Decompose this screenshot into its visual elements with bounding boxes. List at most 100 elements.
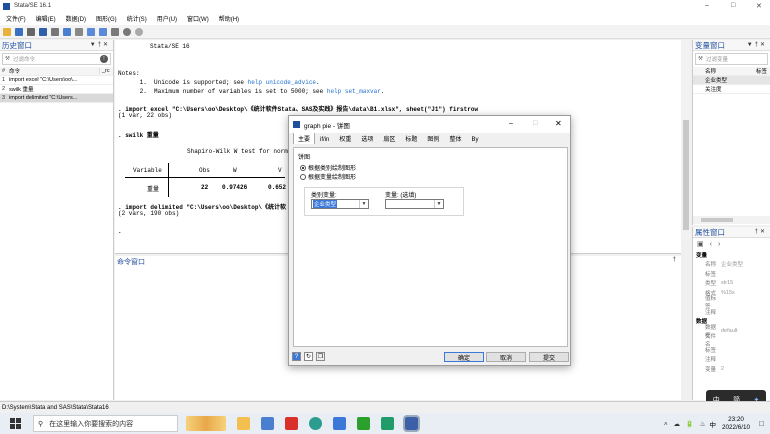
tab-weights[interactable]: 权重 [334,132,356,144]
data-browser-icon[interactable] [99,27,107,36]
lock-icon[interactable]: ▣ [697,240,704,248]
property-row[interactable]: 标签 [693,269,770,279]
taskbar-search-box[interactable]: ⚲ 在这里输入你要搜索的内容 [33,415,178,432]
property-row[interactable]: 变量 2 [693,364,770,374]
variables-manager-icon[interactable] [111,27,119,36]
graph-icon[interactable] [63,27,71,36]
col-label[interactable]: 标签 [756,67,770,75]
more-icon[interactable] [123,27,131,36]
stata-taskbar-icon[interactable] [261,417,274,430]
menu-data[interactable]: 数据(D) [66,14,86,23]
help-unicode-link[interactable]: help unicode_advice [248,79,316,86]
panel-controls[interactable]: ▼†✕ [90,41,110,48]
tray-icons[interactable]: ˄ ☁ 🔋 ♨ [664,420,708,428]
menu-help[interactable]: 帮助(H) [219,14,239,23]
property-row[interactable]: 名称 企业类型 [693,260,770,270]
next-icon[interactable]: › [718,241,720,248]
minimize-icon[interactable]: – [705,2,709,9]
prev-icon[interactable]: ‹ [710,241,712,248]
menu-statistics[interactable]: 统计(S) [127,14,147,23]
history-row[interactable]: 2 swilk 重量 [0,85,113,94]
tray-ime[interactable]: 中 [709,419,716,429]
menu-file[interactable]: 文件(F) [6,14,26,23]
property-row[interactable]: 类型 str15 [693,279,770,289]
data-editor-icon[interactable] [87,27,95,36]
windows-start-icon[interactable] [10,418,21,429]
radio-by-category[interactable]: 根据类别绘制图形 [300,163,356,172]
hscroll-thumb[interactable] [701,218,733,222]
panel-controls[interactable]: †✕ [755,228,767,235]
variables-hscrollbar[interactable] [693,216,770,224]
do-editor-icon[interactable] [75,27,83,36]
radio-button-checked[interactable] [300,164,306,171]
help-maxvar-link[interactable]: help set_maxvar [327,88,381,95]
edge-icon[interactable] [357,417,370,430]
property-row[interactable]: 注释 [693,307,770,317]
copy-icon[interactable]: ❐ [316,352,325,361]
chevron-down-icon[interactable]: ▼ [434,200,443,208]
chevron-down-icon[interactable]: ▼ [359,200,368,208]
wrench-icon[interactable]: ⚒ [698,56,703,62]
property-row[interactable]: 值标签 [693,296,770,310]
dialog-maximize-icon[interactable]: □ [533,120,537,127]
category-var-select[interactable]: 企业类型 ▼ [311,199,369,209]
command-pin-icon[interactable]: † [673,257,678,263]
history-row[interactable]: 1 import excel "C:\Users\oo\... [0,76,113,85]
variable-select[interactable]: ▼ [385,199,444,209]
wps-icon[interactable] [285,417,298,430]
radio-by-variable[interactable]: 根据变量绘制图形 [300,172,356,181]
reset-icon[interactable]: ↻ [304,352,313,361]
dialog-close-icon[interactable]: ✕ [555,119,562,128]
wrench-icon[interactable]: ⚒ [5,56,10,62]
col-rc[interactable]: _rc [99,68,113,74]
maximize-icon[interactable]: □ [731,2,735,9]
ok-button[interactable]: 确定 [444,352,484,362]
notification-icon[interactable]: □ [759,419,764,428]
history-filter-input[interactable]: ⚒ 过滤命令 ! [2,53,111,65]
property-row[interactable]: 标签 [693,345,770,355]
tab-overall[interactable]: 整体 [444,132,466,144]
close-icon[interactable]: ✕ [756,2,762,10]
results-scrollbar[interactable] [682,40,690,240]
history-row-selected[interactable]: 3 import delimited "C:\Users... [0,94,113,103]
menu-edit[interactable]: 编辑(E) [36,14,56,23]
variables-filter-input[interactable]: ⚒ 过滤变量 [695,53,768,65]
tab-options[interactable]: 选项 [356,132,378,144]
break-icon[interactable] [135,27,143,36]
dialog-minimize-icon[interactable]: – [509,120,513,127]
col-name[interactable]: 名称 [705,67,756,75]
browser-icon[interactable] [309,417,322,430]
open-icon[interactable] [3,27,11,36]
stata-active-icon[interactable] [403,415,420,432]
app-icon[interactable] [333,417,346,430]
menu-user[interactable]: 用户(U) [157,14,177,23]
property-row[interactable]: 注释 [693,355,770,365]
property-row[interactable]: 文件名 [693,334,770,348]
submit-button[interactable]: 提交 [529,352,569,362]
variable-row[interactable]: 关注度 [693,85,770,94]
viewer-icon[interactable] [51,27,59,36]
menu-window[interactable]: 窗口(W) [187,14,209,23]
save-icon[interactable] [15,27,23,36]
properties-section-variable[interactable]: 变量 [693,250,770,260]
col-command[interactable]: 命令 [9,67,99,75]
tab-by[interactable]: By [466,135,483,144]
tab-legend[interactable]: 图例 [422,132,444,144]
log-icon[interactable] [39,27,47,36]
clock[interactable]: 23:20 2022/6/10 [722,416,750,432]
radio-button[interactable] [300,173,306,180]
print-icon[interactable] [27,27,35,36]
clear-filter-icon[interactable]: ! [100,55,108,63]
tab-main[interactable]: 主要 [293,132,316,144]
scrollbar-thumb[interactable] [683,120,689,230]
tab-titles[interactable]: 标题 [400,132,422,144]
panel-controls[interactable]: ▼†✕ [747,41,767,48]
tab-if-in[interactable]: if/in [315,135,334,144]
cancel-button[interactable]: 取消 [486,352,526,362]
menu-graphics[interactable]: 图形(G) [96,14,117,23]
variable-row-selected[interactable]: 企业类型 [693,76,770,85]
tab-slices[interactable]: 扇区 [378,132,400,144]
help-icon[interactable]: ? [292,352,301,361]
app2-icon[interactable] [381,417,394,430]
file-explorer-icon[interactable] [237,417,250,430]
